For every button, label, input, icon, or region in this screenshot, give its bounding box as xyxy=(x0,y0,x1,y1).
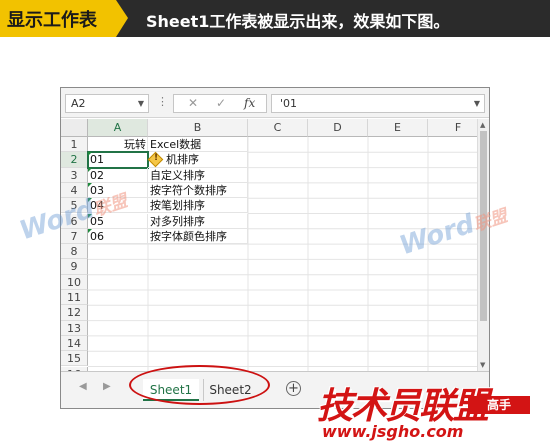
formula-value: '01 xyxy=(280,97,298,110)
cell-b3[interactable]: 自定义排序 xyxy=(148,167,248,183)
row-header-10[interactable]: 10 xyxy=(61,274,88,290)
row-header-12[interactable]: 12 xyxy=(61,305,88,321)
add-sheet-button[interactable]: + xyxy=(286,381,301,396)
scroll-up-icon[interactable]: ▲ xyxy=(480,121,485,129)
row-header-11[interactable]: 11 xyxy=(61,290,88,306)
formula-buttons: ✕ ✓ fx xyxy=(173,94,267,113)
cell-b7[interactable]: 按字体颜色排序 xyxy=(148,228,248,245)
chevron-down-icon[interactable]: ▼ xyxy=(138,95,144,112)
scroll-down-icon[interactable]: ▼ xyxy=(480,361,485,369)
column-header-b[interactable]: B xyxy=(148,119,248,137)
cell-b5[interactable]: 按笔划排序 xyxy=(148,198,248,214)
cell-a7[interactable]: 06 xyxy=(88,228,148,245)
banner-caption: Sheet1工作表被显示出来，效果如下图。 xyxy=(146,12,450,31)
row-header-14[interactable]: 14 xyxy=(61,335,88,352)
cell-a3-value: 02 xyxy=(90,168,104,182)
formula-input[interactable]: '01 ▼ xyxy=(271,94,485,113)
row-header-8[interactable]: 8 xyxy=(61,244,88,260)
expand-formula-icon[interactable]: ▼ xyxy=(474,95,480,112)
row-header-13[interactable]: 13 xyxy=(61,320,88,336)
more-dots-icon: ⋮ xyxy=(157,95,168,108)
cell-a2-value: 01 xyxy=(90,153,104,167)
site-url: www.jsgho.com xyxy=(322,422,464,441)
column-header-a[interactable]: A xyxy=(88,119,148,137)
step-title: 显示工作表 xyxy=(7,10,97,31)
error-indicator xyxy=(88,167,92,172)
column-header-e[interactable]: E xyxy=(368,119,428,137)
error-indicator xyxy=(88,228,92,233)
cell-b1[interactable]: Excel数据 xyxy=(148,137,248,153)
site-logo-tag: 高手 xyxy=(468,396,530,414)
row-header-9[interactable]: 9 xyxy=(61,259,88,275)
formula-bar: A2 ▼ ⋮ ✕ ✓ fx '01 ▼ xyxy=(61,88,489,118)
row-header-3[interactable]: 3 xyxy=(61,167,88,183)
column-header-d[interactable]: D xyxy=(308,119,368,137)
cell-b2[interactable]: ! 机排序 xyxy=(147,152,248,168)
row-header-1[interactable]: 1 xyxy=(61,137,88,153)
step-label: 显示工作表 xyxy=(0,0,128,37)
cell-a2[interactable]: 01 xyxy=(87,151,149,169)
row-header-15[interactable]: 15 xyxy=(61,351,88,367)
cell-a1[interactable]: 玩转 xyxy=(88,137,148,153)
insert-function-icon[interactable]: fx xyxy=(244,96,255,110)
sheet-prev-icon[interactable]: ◀ xyxy=(79,381,87,392)
enter-icon[interactable]: ✓ xyxy=(216,96,226,110)
screenshot-page: 显示工作表 Sheet1工作表被显示出来，效果如下图。 A2 ▼ ⋮ ✕ ✓ f… xyxy=(0,0,550,448)
error-indicator xyxy=(88,182,92,187)
cancel-icon[interactable]: ✕ xyxy=(188,96,198,110)
column-header-c[interactable]: C xyxy=(248,119,308,137)
cell-b4[interactable]: 按字符个数排序 xyxy=(148,182,248,199)
highlight-ellipse xyxy=(129,365,270,405)
name-box-value: A2 xyxy=(71,97,86,110)
cell-a7-value: 06 xyxy=(90,229,104,243)
cell-a3[interactable]: 02 xyxy=(88,167,148,183)
cell-b6[interactable]: 对多列排序 xyxy=(148,213,248,229)
vertical-scrollbar[interactable]: ▲ ▼ xyxy=(477,119,489,371)
error-indicator xyxy=(88,152,92,157)
select-all-corner[interactable] xyxy=(61,119,88,137)
cell-b2-value: 机排序 xyxy=(166,153,199,167)
name-box[interactable]: A2 ▼ xyxy=(65,94,149,113)
sheet-next-icon[interactable]: ▶ xyxy=(103,381,111,392)
tutorial-banner: 显示工作表 Sheet1工作表被显示出来，效果如下图。 xyxy=(0,0,550,37)
row-header-2[interactable]: 2 xyxy=(61,152,88,168)
